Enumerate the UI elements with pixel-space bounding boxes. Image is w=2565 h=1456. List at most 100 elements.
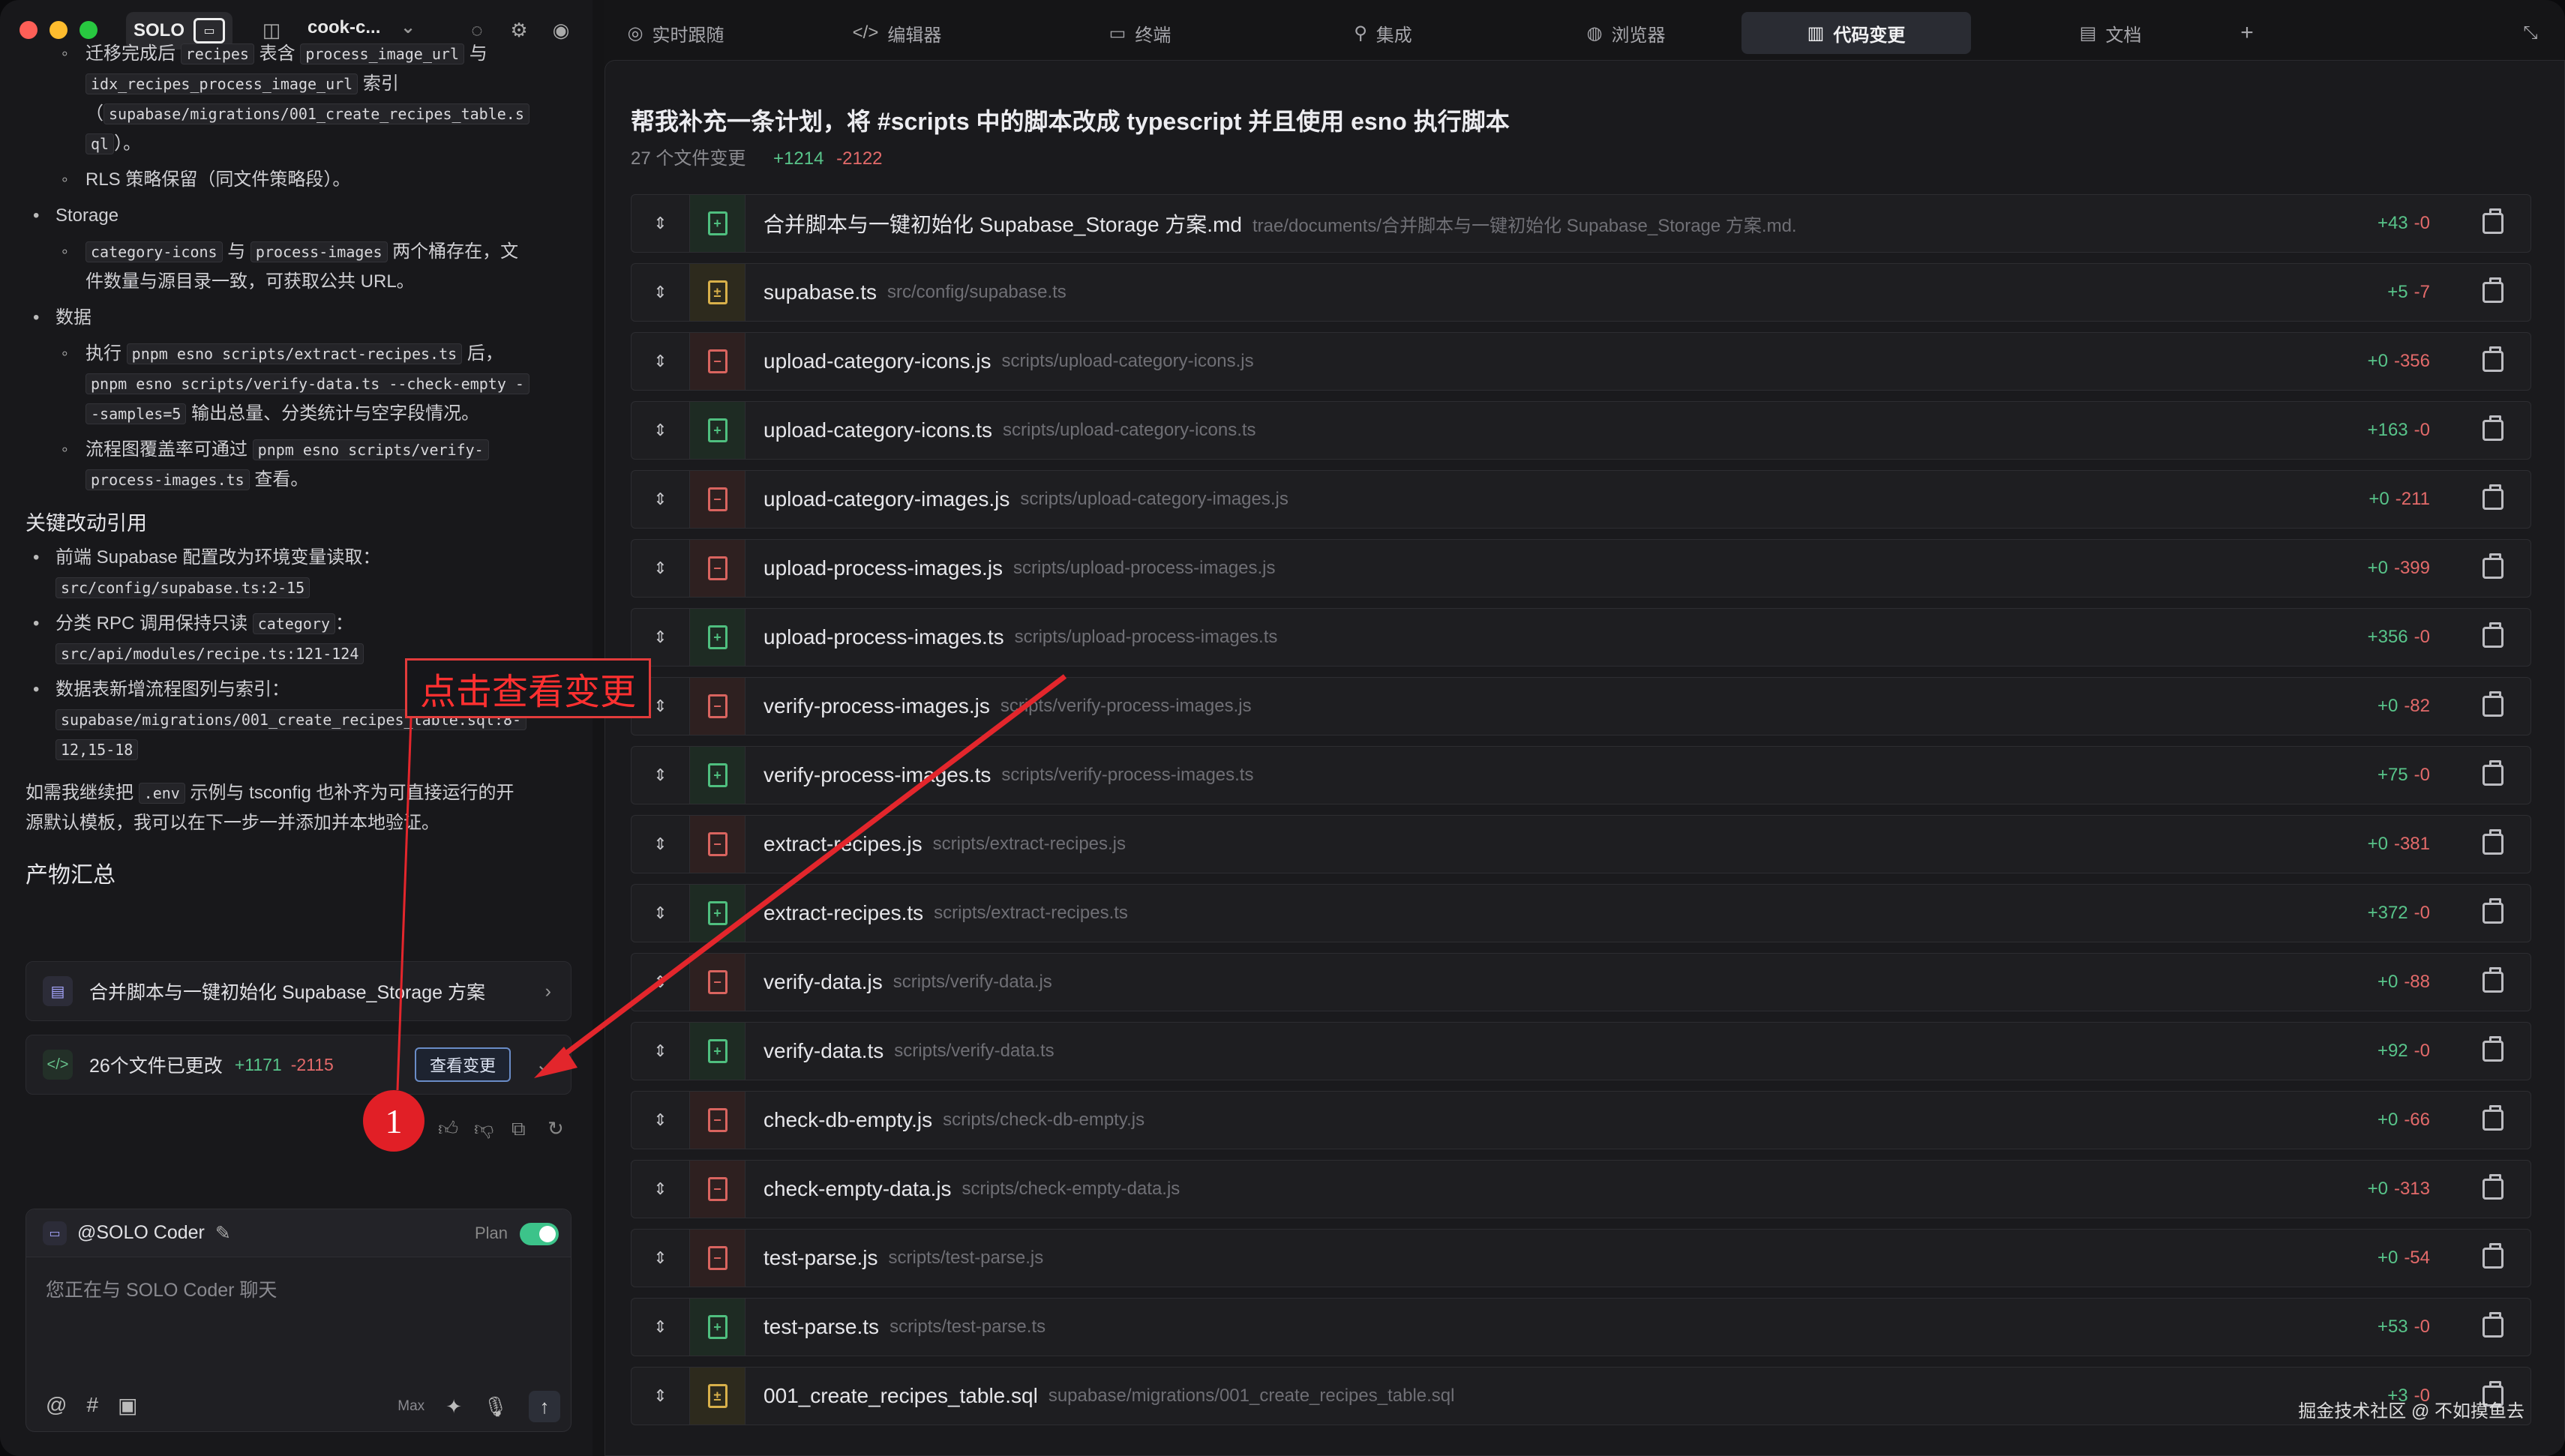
mention-icon[interactable]: @ [46,1393,67,1418]
copy-icon[interactable] [2482,1105,2504,1131]
file-name[interactable]: check-db-empty.js [764,1108,932,1132]
retry-icon[interactable]: ↻ [548,1117,564,1140]
agent-name[interactable]: @SOLO Coder [77,1222,205,1244]
copy-icon[interactable] [2482,1036,2504,1062]
copy-icon[interactable] [2482,760,2504,786]
expand-toggle-icon[interactable]: ⇕ [632,815,690,873]
expand-toggle-icon[interactable]: ⇕ [632,401,690,460]
copy-icon[interactable]: ⧉ [512,1117,526,1141]
file-row[interactable]: ⇕ − extract-recipes.js scripts/extract-reci… [631,815,2531,873]
copy-icon[interactable] [2482,553,2504,579]
copy-icon[interactable] [2482,208,2504,234]
file-row[interactable]: ⇕ − upload-process-images.js scripts/upload… [631,539,2531,598]
expand-toggle-icon[interactable]: ⇕ [632,263,690,322]
add-tab-button[interactable]: + [2224,12,2270,54]
view-changes-button[interactable]: 查看变更 [415,1047,511,1082]
copy-icon[interactable] [2482,898,2504,924]
max-mode-label[interactable]: Max [398,1398,424,1415]
file-row[interactable]: ⇕ − check-db-empty.js scripts/check-db-empt… [631,1091,2531,1149]
copy-icon[interactable] [2482,829,2504,855]
copy-icon[interactable] [2482,1174,2504,1200]
file-name[interactable]: test-parse.js [764,1246,878,1270]
expand-toggle-icon[interactable]: ⇕ [632,539,690,598]
expand-toggle-icon[interactable]: ⇕ [632,1298,690,1356]
expand-toggle-icon[interactable]: ⇕ [632,1229,690,1287]
sparkle-icon[interactable]: ✦ [446,1395,462,1419]
file-name[interactable]: upload-process-images.ts [764,625,1004,649]
expand-toggle-icon[interactable]: ⇕ [632,1160,690,1218]
hash-icon[interactable]: # [86,1393,98,1418]
tab-live[interactable]: ◎ 实时跟随 [604,12,747,54]
file-name[interactable]: upload-category-icons.ts [764,418,992,442]
file-name[interactable]: upload-category-images.js [764,487,1010,511]
microphone-icon[interactable]: 🎙︎ [483,1395,508,1419]
tab-docs[interactable]: ▤ 文档 [2036,12,2186,54]
copy-icon[interactable] [2482,346,2504,372]
copy-icon[interactable] [2482,691,2504,717]
file-name[interactable]: upload-process-images.js [764,556,1003,580]
expand-toggle-icon[interactable]: ⇕ [632,1022,690,1080]
minimize-window-button[interactable] [50,21,68,39]
copy-icon[interactable] [2482,415,2504,441]
expand-toggle-icon[interactable]: ⇕ [632,1367,690,1425]
message-input[interactable]: 您正在与 SOLO Coder 聊天 [26,1257,571,1377]
file-row[interactable]: ⇕ + extract-recipes.ts scripts/extract-reci… [631,884,2531,942]
file-row[interactable]: ⇕ + verify-process-images.ts scripts/verify… [631,746,2531,804]
file-row[interactable]: ⇕ − upload-category-icons.js scripts/upload… [631,332,2531,391]
maximize-window-button[interactable] [80,21,98,39]
file-name[interactable]: verify-process-images.js [764,694,990,718]
file-name[interactable]: extract-recipes.js [764,832,922,856]
expand-toggle-icon[interactable]: ⇕ [632,953,690,1011]
file-name[interactable]: extract-recipes.ts [764,901,923,925]
copy-icon[interactable] [2482,277,2504,303]
copy-icon[interactable] [2482,1243,2504,1269]
thumbs-up-icon[interactable]: 👍︎ [438,1117,458,1140]
file-row[interactable]: ⇕ − test-parse.js scripts/test-parse.js +0 -5… [631,1229,2531,1287]
tab-terminal[interactable]: ▭ 终端 [1065,12,1215,54]
send-button[interactable]: ↑ [529,1391,560,1422]
file-name[interactable]: verify-data.js [764,970,883,994]
file-row[interactable]: ⇕ − verify-process-images.js scripts/verify… [631,677,2531,735]
file-name[interactable]: check-empty-data.js [764,1177,952,1201]
copy-icon[interactable] [2482,1312,2504,1338]
file-name[interactable]: 001_create_recipes_table.sql [764,1384,1038,1408]
file-row[interactable]: ⇕ + upload-category-icons.ts scripts/upload… [631,401,2531,460]
file-name[interactable]: 合并脚本与一键初始化 Supabase_Storage 方案.md [764,208,1242,238]
file-row[interactable]: ⇕ ± supabase.ts src/config/supabase.ts +5 -7 [631,263,2531,322]
expand-toggle-icon[interactable]: ⇕ [632,332,690,391]
expand-toggle-icon[interactable]: ⇕ [632,746,690,804]
file-name[interactable]: test-parse.ts [764,1315,879,1339]
expand-toggle-icon[interactable]: ⇕ [632,884,690,942]
tab-browser[interactable]: ◍ 浏览器 [1551,12,1701,54]
tab-editor[interactable]: </> 编辑器 [822,12,972,54]
tools-icon[interactable]: ✎ [215,1222,231,1245]
tab-integration[interactable]: ⚲ 集成 [1308,12,1458,54]
file-row[interactable]: ⇕ + test-parse.ts scripts/test-parse.ts +53-… [631,1298,2531,1356]
image-icon[interactable]: ▣ [118,1393,137,1418]
plan-toggle[interactable] [520,1223,559,1245]
collapse-icon[interactable]: ⤡ [2510,12,2552,54]
project-name[interactable]: cook-c... ⌄ [308,16,416,38]
file-name[interactable]: verify-data.ts [764,1039,884,1063]
file-row[interactable]: ⇕ + 合并脚本与一键初始化 Supabase_Storage 方案.md trae/… [631,194,2531,253]
copy-icon[interactable] [2482,622,2504,648]
file-name[interactable]: upload-category-icons.js [764,349,992,373]
copy-icon[interactable] [2482,967,2504,993]
thumbs-down-icon[interactable]: 👎︎ [474,1117,494,1140]
file-row[interactable]: ⇕ − upload-category-images.js scripts/uploa… [631,470,2531,529]
chevron-down-icon[interactable]: ⌄ [536,1053,551,1076]
file-row[interactable]: ⇕ − verify-data.js scripts/verify-data.js +0… [631,953,2531,1011]
copy-icon[interactable] [2482,484,2504,510]
file-row[interactable]: ⇕ ±001_create_recipes_table.sql supabase/m… [631,1367,2531,1425]
file-row[interactable]: ⇕ + verify-data.ts scripts/verify-data.ts +9… [631,1022,2531,1080]
tab-code-changes[interactable]: ▥ 代码变更 [1742,12,1971,54]
close-window-button[interactable] [20,21,38,39]
file-name[interactable]: supabase.ts [764,280,877,304]
expand-toggle-icon[interactable]: ⇕ [632,1091,690,1149]
file-row[interactable]: ⇕ + upload-process-images.ts scripts/upload… [631,608,2531,667]
file-name[interactable]: verify-process-images.ts [764,763,991,787]
expand-toggle-icon[interactable]: ⇕ [632,470,690,529]
expand-toggle-icon[interactable]: ⇕ [632,194,690,253]
file-row[interactable]: ⇕ − check-empty-data.js scripts/check-empty… [631,1160,2531,1218]
document-card[interactable]: ▤ 合并脚本与一键初始化 Supabase_Storage 方案 › [26,961,572,1021]
